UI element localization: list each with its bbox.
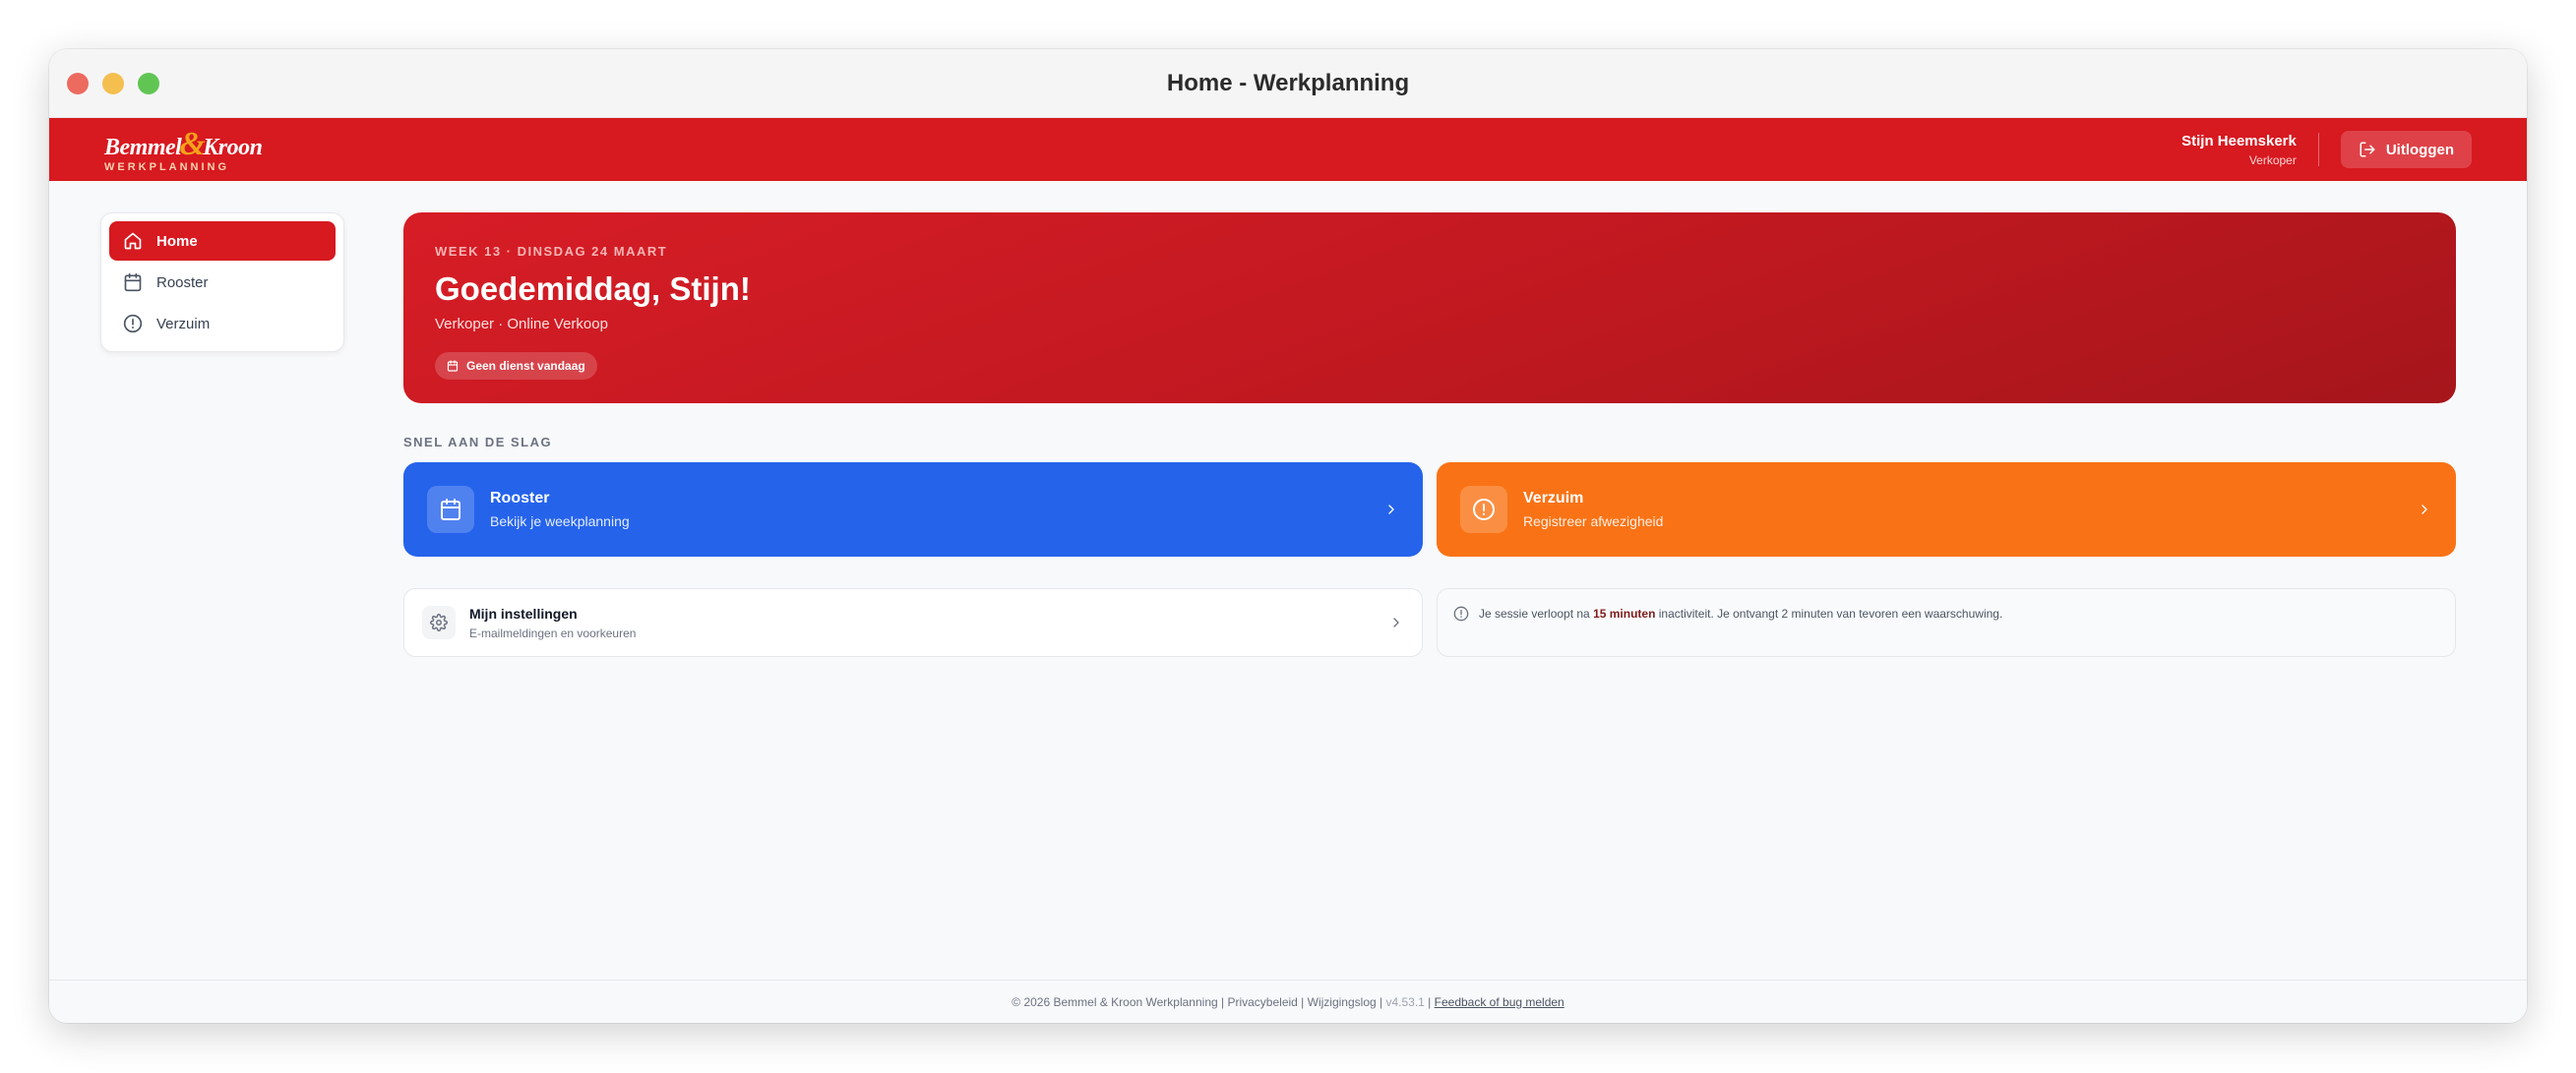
zoom-window-button[interactable] [138, 73, 159, 94]
user-area: Stijn Heemskerk Verkoper Uitloggen [2181, 131, 2472, 168]
feedback-link[interactable]: Feedback of bug melden [1435, 995, 1564, 1009]
app-header: Bemmel&Kroon WERKPLANNING Stijn Heemsker… [49, 118, 2527, 181]
settings-card[interactable]: Mijn instellingen E-mailmeldingen en voo… [403, 588, 1423, 657]
sidebar: Home Rooster Verzuim [100, 212, 344, 352]
alert-circle-icon [123, 314, 143, 333]
verzuim-card-icon-box [1460, 486, 1507, 533]
alert-circle-icon [1473, 499, 1495, 520]
section-label: SNEL AAN DE SLAG [403, 435, 553, 449]
rooster-card-subtitle: Bekijk je weekplanning [490, 513, 630, 529]
home-icon [124, 232, 142, 250]
calendar-icon [124, 272, 142, 292]
week-date: WEEK 13 · DINSDAG 24 MAART [435, 244, 668, 259]
logo-subtitle: WERKPLANNING [104, 161, 230, 173]
info-icon [1453, 606, 1469, 622]
sidebar-item-label: Rooster [156, 273, 209, 291]
settings-subtitle: E-mailmeldingen en voorkeuren [469, 626, 637, 640]
app-version: v4.53.1 [1385, 994, 1425, 1009]
rooster-card-title: Rooster [490, 490, 550, 507]
sidebar-item-label: Home [156, 232, 198, 250]
window-title: Home - Werkplanning [1166, 69, 1410, 96]
close-window-button[interactable] [67, 73, 89, 94]
verzuim-card-title: Verzuim [1523, 490, 1584, 507]
gear-icon [430, 614, 448, 631]
user-info: Stijn Heemskerk Verkoper [2181, 133, 2297, 167]
sidebar-item-label: Verzuim [156, 315, 211, 332]
header-divider [2317, 133, 2319, 166]
session-info-card: Je sessie verloopt na 15 minuten inactiv… [1437, 588, 2456, 657]
chevron-right-icon [1388, 505, 1394, 514]
calendar-icon [441, 499, 460, 520]
rooster-card-icon-box [427, 486, 474, 533]
logo-text-right: Kroon [203, 135, 263, 160]
window-controls [67, 73, 159, 94]
brand-logo[interactable]: Bemmel&Kroon WERKPLANNING [104, 126, 263, 173]
verzuim-card[interactable]: Verzuim Registreer afwezigheid [1437, 462, 2456, 557]
user-role: Verkoper [2248, 152, 2297, 167]
logout-label: Uitloggen [2385, 141, 2454, 158]
greeting: Goedemiddag, Stijn! [435, 270, 751, 307]
footer-copyright: © 2026 Bemmel & Kroon Werkplanning [1012, 994, 1218, 1009]
sidebar-item-home[interactable]: Home [109, 221, 336, 261]
shift-status-label: Geen dienst vandaag [466, 359, 585, 373]
calendar-icon [447, 360, 459, 372]
logout-icon [2360, 142, 2375, 157]
title-bar: Home - Werkplanning [49, 49, 2527, 118]
session-info-text: Je sessie verloopt na 15 minuten inactiv… [1479, 607, 2003, 621]
footer: © 2026 Bemmel & Kroon Werkplanning | Pri… [49, 980, 2527, 1023]
user-department: Verkoper · Online Verkoop [435, 316, 608, 332]
app-window: Home - Werkplanning Bemmel&Kroon WERKPLA… [49, 49, 2527, 1023]
settings-title: Mijn instellingen [469, 605, 578, 622]
chevron-right-icon [1393, 618, 1399, 627]
user-name: Stijn Heemskerk [2181, 132, 2297, 149]
shift-status-badge: Geen dienst vandaag [435, 352, 597, 380]
logout-button[interactable]: Uitloggen [2340, 131, 2472, 168]
chevron-right-icon [2422, 505, 2427, 514]
session-duration: 15 minuten [1593, 607, 1656, 621]
minimize-window-button[interactable] [102, 73, 124, 94]
logo-ampersand: & [179, 126, 206, 162]
sidebar-item-rooster[interactable]: Rooster [109, 263, 336, 302]
logo-text-left: Bemmel [104, 135, 182, 160]
changelog-link[interactable]: Wijzigingslog [1308, 995, 1377, 1009]
settings-icon-box [422, 606, 456, 639]
privacy-link[interactable]: Privacybeleid [1227, 995, 1297, 1009]
rooster-card[interactable]: Rooster Bekijk je weekplanning [403, 462, 1423, 557]
verzuim-card-subtitle: Registreer afwezigheid [1523, 513, 1664, 529]
welcome-banner: WEEK 13 · DINSDAG 24 MAART Goedemiddag, … [403, 212, 2456, 403]
sidebar-item-verzuim[interactable]: Verzuim [109, 304, 336, 343]
